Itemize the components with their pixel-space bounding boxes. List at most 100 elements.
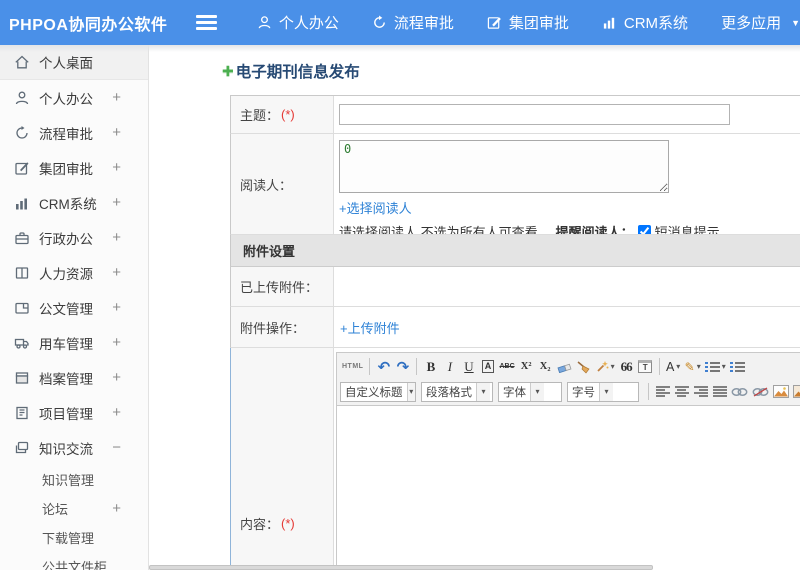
select-readers-link[interactable]: +选择阅读人 [339,198,412,217]
align-right-button[interactable] [691,381,710,402]
sidebar-subitem-download-management[interactable]: 下载管理 [0,523,148,552]
heading-select[interactable]: 自定义标题 ▾ [340,381,416,402]
expander-plus[interactable]: + [112,194,121,211]
nav-more-apps[interactable]: 更多应用 ▼ [721,12,800,33]
toolbar-separator [658,358,660,375]
align-center-button[interactable] [672,381,691,402]
briefcase-icon [13,229,30,246]
page-title-row: ✚ 电子期刊信息发布 [222,60,800,82]
html-source-button[interactable]: HTML [340,356,365,377]
expander-plus[interactable]: + [112,299,121,316]
insert-image-button[interactable] [771,381,791,402]
font-size-select[interactable]: 字号 ▾ [567,381,639,402]
person-icon [258,16,271,29]
nav-crm-system[interactable]: CRM系统 [602,12,688,33]
eraser-icon[interactable] [555,356,574,377]
attachment-section-header: 附件设置 [230,235,800,267]
add-icon: ✚ [222,62,234,79]
font-color-button[interactable]: A ▾ [664,356,683,377]
expander-plus[interactable]: + [112,264,121,281]
sidebar-subitem-public-file-cabinet[interactable]: 公共文件柜 [0,552,148,570]
readers-textarea[interactable]: 0 [339,140,669,193]
expander-minus[interactable]: − [112,439,121,456]
media-icon [793,385,800,398]
expander-plus[interactable]: + [112,159,121,176]
sidebar-subitem-forum[interactable]: 论坛 + [0,494,148,523]
caret-down-icon: ▾ [476,382,490,401]
format-brush-icon[interactable] [574,356,593,377]
nav-process-approval[interactable]: 流程审批 [372,12,454,33]
paragraph-format-select[interactable]: 段落格式 ▾ [421,381,493,402]
readers-label: 阅读人： [240,177,293,193]
edit-square-icon [13,159,30,176]
template-icon[interactable]: T [636,356,655,377]
sidebar-item-project-management[interactable]: 项目管理 + [0,395,148,430]
insert-link-button[interactable] [729,381,750,402]
archive-icon [13,369,30,386]
ordered-list-button[interactable]: ▾ [703,356,728,377]
highlight-pen-button[interactable]: ✎ ▾ [683,356,703,377]
home-icon [13,54,30,71]
pen-icon: ✎ [684,359,695,374]
edit-square-icon [487,17,501,29]
attachment-operations-label: 附件操作： [240,320,306,336]
required-mark: (*) [281,107,295,122]
sidebar-item-human-resources[interactable]: 人力资源 + [0,255,148,290]
bold-button[interactable]: B [421,356,440,377]
border-text-button[interactable]: A [478,356,497,377]
sidebar-item-personal-desktop[interactable]: 个人桌面 [0,45,148,80]
upload-attachment-link[interactable]: +上传附件 [340,318,400,337]
expander-plus[interactable]: + [112,229,121,246]
autotypeset-wand-icon[interactable]: ▾ [593,356,617,377]
strikethrough-button[interactable]: ABC [497,356,516,377]
expander-plus[interactable]: + [112,500,121,517]
hamburger-menu-icon[interactable] [196,12,217,33]
blockquote-button[interactable]: 66 [617,356,636,377]
undo-button[interactable]: ↶ [374,356,393,377]
nav-group-approval[interactable]: 集团审批 [487,12,569,33]
image-icon [773,385,789,398]
nav-personal-office[interactable]: 个人办公 [257,12,339,33]
expander-plus[interactable]: + [112,334,121,351]
main-content: ✚ 电子期刊信息发布 主题： (*) 阅读人： 0 +选择阅读人 请选择阅读人,… [149,60,800,570]
unordered-list-button[interactable] [728,356,747,377]
expander-plus[interactable]: + [112,369,121,386]
expander-plus[interactable]: + [112,404,121,421]
remove-link-button[interactable] [750,381,771,402]
sidebar-item-personal-office[interactable]: 个人办公 + [0,80,148,115]
sidebar-item-crm-system[interactable]: CRM系统 + [0,185,148,220]
sidebar-item-knowledge-exchange[interactable]: 知识交流 − [0,430,148,465]
subject-label: 主题： [240,108,280,123]
sms-remind-checkbox[interactable] [637,225,651,234]
bar-chart-icon [13,194,30,211]
sidebar-item-admin-office[interactable]: 行政办公 + [0,220,148,255]
expander-plus[interactable]: + [112,89,121,106]
sidebar-item-document-management[interactable]: 公文管理 + [0,290,148,325]
font-family-select[interactable]: 字体 ▾ [498,381,562,402]
sms-remind-label: 短消息提示 [654,225,720,234]
redo-button[interactable]: ↷ [393,356,412,377]
subject-input[interactable] [339,104,730,125]
document-icon [13,299,30,316]
underline-button[interactable]: U [459,356,478,377]
editor-content-area[interactable] [336,406,800,570]
sidebar-subitem-knowledge-management[interactable]: 知识管理 [0,465,148,494]
align-justify-button[interactable] [710,381,729,402]
expander-plus[interactable]: + [112,124,121,141]
remind-readers-label: 提醒阅读人： [555,225,634,234]
top-header: PHPOA协同办公软件 个人办公 流程审批 集团审批 CRM系统 更多应用 ▼ [0,0,800,45]
sidebar-item-group-approval[interactable]: 集团审批 + [0,150,148,185]
sidebar-item-vehicle-management[interactable]: 用车管理 + [0,325,148,360]
insert-media-button[interactable] [791,381,800,402]
sidebar-item-process-approval[interactable]: 流程审批 + [0,115,148,150]
horizontal-scrollbar[interactable] [149,565,653,570]
superscript-button[interactable]: X² [517,356,536,377]
page-title: 电子期刊信息发布 [235,64,360,81]
uploaded-attachments-row: 已上传附件： [230,267,800,307]
subscript-button[interactable]: X₂ [536,356,555,377]
align-left-button[interactable] [653,381,672,402]
editor-toolbar-row1: HTML ↶ ↷ B I U A ABC X² X₂ ▾ 66 T A ▾ ✎ … [340,354,800,379]
person-icon [13,89,30,106]
sidebar-item-archive-management[interactable]: 档案管理 + [0,360,148,395]
italic-button[interactable]: I [440,356,459,377]
